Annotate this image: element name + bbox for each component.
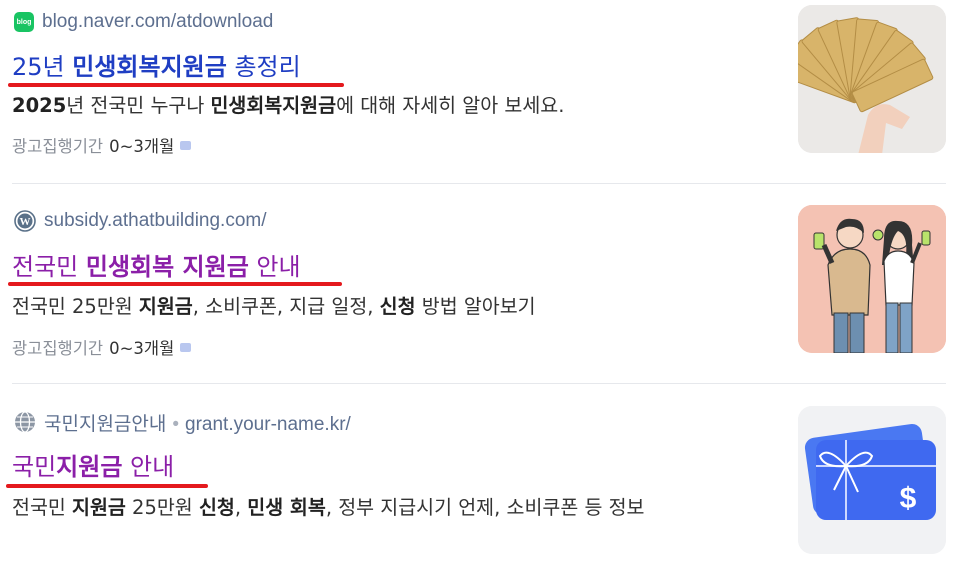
source-url[interactable]: 국민지원금안내 • grant.your-name.kr/ xyxy=(44,409,351,436)
highlighted-desc-segment: 민생 회복 xyxy=(247,496,326,519)
red-underline xyxy=(8,282,342,286)
ad-info-icon[interactable] xyxy=(180,140,192,150)
divider xyxy=(12,383,946,384)
highlighted-title-segment: 민생회복 지원금 xyxy=(85,253,249,281)
title-segment: 전국민 xyxy=(12,253,86,281)
result-description: 전국민 지원금 25만원 신청, 민생 회복, 정부 지급시기 언제, 소비쿠폰… xyxy=(12,491,772,525)
title-segment: 총정리 xyxy=(226,53,301,81)
ad-period-value: 0~3개월 xyxy=(109,339,175,358)
highlighted-desc-segment: 신청 xyxy=(198,496,235,519)
globe-icon xyxy=(14,411,36,433)
title-segment: 25년 xyxy=(12,53,73,81)
ad-period: 광고집행기간 0~3개월 xyxy=(12,335,192,359)
desc-segment: 에 대해 자세히 알아 보세요. xyxy=(336,94,565,117)
red-underline xyxy=(6,484,208,488)
highlighted-desc-segment: 지원금 xyxy=(138,295,193,318)
source-url[interactable]: blog.naver.com/atdownload xyxy=(42,11,273,33)
ad-period-label: 광고집행기간 xyxy=(12,137,104,156)
highlighted-desc-segment: 2025 xyxy=(12,94,67,117)
desc-segment: 25만원 xyxy=(125,496,199,519)
result-description: 2025년 전국민 누구나 민생회복지원금에 대해 자세히 알아 보세요. xyxy=(12,89,772,123)
wordpress-icon: W xyxy=(14,210,36,232)
title-segment: 국민 xyxy=(12,453,57,481)
desc-segment: 방법 알아보기 xyxy=(415,295,536,318)
svg-text:W: W xyxy=(20,216,31,228)
highlighted-title-segment: 민생회복지원금 xyxy=(72,53,227,81)
gift-card-image[interactable]: $ xyxy=(798,406,946,554)
red-underline xyxy=(8,83,344,87)
highlighted-desc-segment: 지원금 xyxy=(72,496,126,519)
result-title[interactable]: 전국민 민생회복 지원금 안내 xyxy=(12,251,301,283)
source-site-name: 국민지원금안내 xyxy=(44,413,167,435)
couple-illustration-image[interactable] xyxy=(798,205,946,353)
highlighted-desc-segment: 민생회복지원금 xyxy=(210,94,337,117)
ad-info-icon[interactable] xyxy=(180,342,192,352)
desc-segment: , 소비쿠폰, 지급 일정, xyxy=(192,295,380,318)
result-source[interactable]: 국민지원금안내 • grant.your-name.kr/ xyxy=(14,409,351,435)
title-segment: 안내 xyxy=(248,253,301,281)
highlighted-desc-segment: 신청 xyxy=(379,295,416,318)
svg-text:$: $ xyxy=(900,482,917,515)
desc-segment: 전국민 xyxy=(12,496,73,519)
result-title[interactable]: 25년 민생회복지원금 총정리 xyxy=(12,51,301,83)
result-title[interactable]: 국민지원금 안내 xyxy=(12,451,174,483)
desc-segment: 전국민 25만원 xyxy=(12,295,139,318)
result-source[interactable]: blog blog.naver.com/atdownload xyxy=(14,9,273,35)
ad-period-label: 광고집행기간 xyxy=(12,339,104,358)
result-description: 전국민 25만원 지원금, 소비쿠폰, 지급 일정, 신청 방법 알아보기 xyxy=(12,290,772,324)
desc-segment: , 정부 지급시기 언제, 소비쿠폰 등 정보 xyxy=(325,496,645,519)
naver-blog-icon: blog xyxy=(14,12,34,32)
ad-period: 광고집행기간 0~3개월 xyxy=(12,133,192,157)
divider xyxy=(12,183,946,184)
cash-fan-image[interactable] xyxy=(798,5,946,153)
source-domain: grant.your-name.kr/ xyxy=(185,413,351,435)
result-source[interactable]: W subsidy.athatbuilding.com/ xyxy=(14,208,267,234)
ad-period-value: 0~3개월 xyxy=(109,137,175,156)
title-segment: 안내 xyxy=(122,453,175,481)
source-url[interactable]: subsidy.athatbuilding.com/ xyxy=(44,210,267,232)
desc-segment: , xyxy=(234,496,248,519)
desc-segment: 년 전국민 누구나 xyxy=(66,94,211,117)
highlighted-title-segment: 지원금 xyxy=(56,453,123,481)
